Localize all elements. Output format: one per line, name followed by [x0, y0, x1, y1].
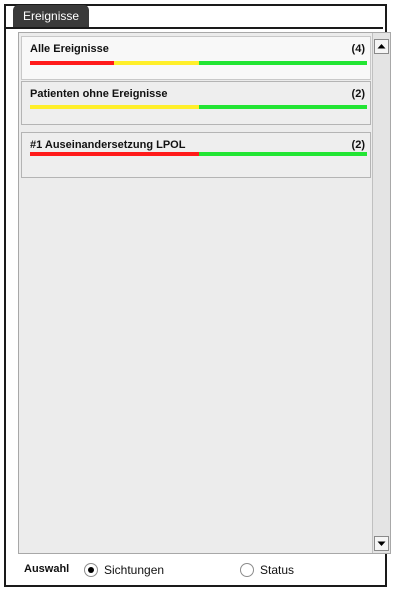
- list-item-count: (4): [351, 43, 365, 55]
- events-list: Alle Ereignisse (4) Patienten ohne Ereig…: [19, 33, 371, 553]
- bar-segment-red: [30, 61, 115, 65]
- selection-label: Auswahl: [24, 563, 70, 575]
- arrow-down-icon: [377, 541, 386, 546]
- vertical-scrollbar[interactable]: [372, 33, 390, 553]
- list-item-label: Patienten ohne Ereignisse: [30, 88, 168, 100]
- radio-button-icon: [84, 563, 98, 577]
- scroll-up-button[interactable]: [374, 39, 389, 54]
- list-item-alle-ereignisse[interactable]: Alle Ereignisse (4): [21, 36, 371, 80]
- tab-ereignisse[interactable]: Ereignisse: [13, 5, 90, 27]
- arrow-up-icon: [377, 44, 386, 49]
- list-item-label: #1 Auseinandersetzung LPOL: [30, 139, 186, 151]
- events-list-panel: Alle Ereignisse (4) Patienten ohne Ereig…: [18, 32, 391, 554]
- list-item-count: (2): [351, 88, 365, 100]
- list-item-label: Alle Ereignisse: [30, 43, 109, 55]
- list-item-patienten-ohne-ereignisse[interactable]: Patienten ohne Ereignisse (2): [21, 81, 371, 125]
- bar-segment-red: [30, 152, 199, 156]
- list-item-auseinandersetzung-lpol[interactable]: #1 Auseinandersetzung LPOL (2): [21, 132, 371, 178]
- radio-label: Sichtungen: [104, 563, 165, 577]
- status-bar: [30, 152, 367, 156]
- selection-footer: Auswahl Sichtungen Status: [18, 558, 378, 582]
- radio-label: Status: [260, 563, 295, 577]
- radio-button-icon: [240, 563, 254, 577]
- status-bar: [30, 61, 367, 65]
- bar-segment-yellow: [30, 105, 199, 109]
- radio-status[interactable]: Status: [240, 561, 294, 579]
- bar-segment-green: [198, 61, 367, 65]
- tab-underline: [6, 27, 383, 29]
- scroll-down-button[interactable]: [374, 536, 389, 551]
- bar-segment-yellow: [114, 61, 199, 65]
- list-item-count: (2): [351, 139, 365, 151]
- radio-checked-dot: [88, 567, 94, 573]
- status-bar: [30, 105, 367, 109]
- radio-sichtungen[interactable]: Sichtungen: [84, 561, 164, 579]
- bar-segment-green: [198, 105, 367, 109]
- bar-segment-green: [198, 152, 367, 156]
